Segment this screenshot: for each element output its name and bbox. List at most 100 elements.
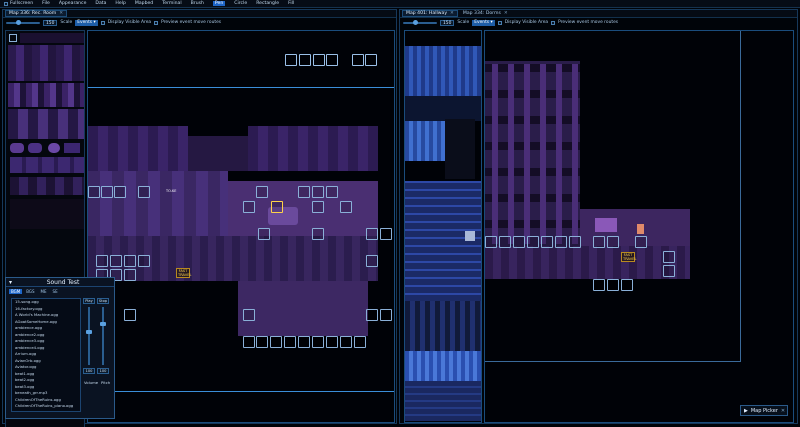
fast-travel-label[interactable]: FAST TRAVEL	[621, 252, 637, 262]
tab-map-hallway[interactable]: Map 401: Hallway ✕	[402, 10, 458, 17]
map-canvas-dorms[interactable]: FAST TRAVEL	[484, 30, 794, 423]
event-cell[interactable]	[326, 186, 338, 198]
stop-button[interactable]: Stop	[97, 298, 109, 304]
event-cell[interactable]	[366, 228, 378, 240]
sound-test-window[interactable]: ▾ Sound Test BGM BGS ME SE 15-song.ogg 16…	[5, 277, 115, 419]
tab-me[interactable]: ME	[39, 289, 49, 294]
event-cell[interactable]	[593, 236, 605, 248]
fullscreen-checkbox[interactable]	[4, 1, 8, 6]
event-cell[interactable]	[499, 236, 511, 248]
pitch-value[interactable]: 100	[97, 368, 109, 374]
event-cell[interactable]	[298, 336, 310, 348]
event-cell[interactable]	[663, 265, 675, 277]
event-cell[interactable]	[312, 228, 324, 240]
menu-item-brush[interactable]: Brush	[191, 1, 204, 6]
event-cell[interactable]	[312, 201, 324, 213]
menu-item-appearance[interactable]: Appearance	[59, 1, 87, 6]
slider-knob[interactable]	[16, 19, 21, 25]
event-cell[interactable]	[313, 54, 325, 66]
event-cell[interactable]	[124, 269, 136, 281]
tab-map-dorms[interactable]: Map 334: Dorms ✕	[460, 10, 511, 17]
event-cell[interactable]	[555, 236, 567, 248]
tab-se[interactable]: SE	[51, 289, 60, 294]
tab-bgs[interactable]: BGS	[24, 289, 36, 294]
event-cell[interactable]	[366, 255, 378, 267]
event-cell[interactable]	[380, 309, 392, 321]
event-cell[interactable]	[243, 336, 255, 348]
menu-item-pen[interactable]: Pen	[212, 1, 226, 6]
preview-event-checkbox[interactable]	[154, 20, 159, 25]
event-cell[interactable]	[299, 54, 311, 66]
event-cell[interactable]	[256, 186, 268, 198]
event-cell[interactable]	[366, 309, 378, 321]
event-cell[interactable]	[258, 228, 270, 240]
event-cell[interactable]	[663, 251, 675, 263]
event-cell[interactable]	[138, 255, 150, 267]
close-icon[interactable]: ✕	[59, 11, 63, 16]
event-cell[interactable]	[298, 186, 310, 198]
mode-dropdown[interactable]: Events ▾	[472, 19, 495, 26]
fast-travel-label[interactable]: FAST TRAVEL	[176, 268, 192, 278]
event-cell[interactable]	[354, 336, 366, 348]
event-cell[interactable]	[352, 54, 364, 66]
menu-item-fullscreen[interactable]: Fullscreen	[4, 1, 33, 6]
event-cell[interactable]	[138, 186, 150, 198]
event-cell[interactable]	[326, 54, 338, 66]
volume-knob[interactable]	[86, 330, 92, 335]
event-cell[interactable]	[593, 279, 605, 291]
event-cell[interactable]	[607, 236, 619, 248]
event-cell[interactable]	[124, 309, 136, 321]
zoom-slider[interactable]	[6, 19, 40, 25]
event-cell[interactable]	[88, 186, 100, 198]
volume-value[interactable]: 100	[83, 368, 95, 374]
menu-item-fill[interactable]: Fill	[288, 1, 294, 6]
menu-item-file[interactable]: File	[42, 1, 50, 6]
song-item[interactable]: ChildrenOfTheRuins_piano.ogg	[12, 403, 80, 410]
event-cell[interactable]	[340, 336, 352, 348]
event-cell[interactable]	[541, 236, 553, 248]
event-cell[interactable]	[326, 336, 338, 348]
event-cell[interactable]	[312, 336, 324, 348]
menu-item-rectangle[interactable]: Rectangle	[256, 1, 279, 6]
menu-item-circle[interactable]: Circle	[234, 1, 247, 6]
event-cell[interactable]	[285, 54, 297, 66]
menu-item-data[interactable]: Data	[95, 1, 106, 6]
pitch-slider[interactable]: Stop 100	[97, 298, 109, 378]
menu-item-mapbed[interactable]: Mapbed	[135, 1, 153, 6]
event-cell[interactable]	[340, 201, 352, 213]
event-cell[interactable]	[312, 186, 324, 198]
song-list[interactable]: 15-song.ogg 16-factory.ogg A World's Machi…	[11, 298, 81, 412]
event-cell[interactable]	[527, 236, 539, 248]
tab-map-rec-room[interactable]: Map 336: Rec. Room ✕	[5, 10, 68, 17]
event-cell[interactable]	[635, 236, 647, 248]
event-cell[interactable]	[243, 309, 255, 321]
map-canvas-rec-room[interactable]: TO-KE FAST TRAVEL	[87, 30, 395, 423]
event-cell[interactable]	[101, 186, 113, 198]
display-visible-area-checkbox[interactable]	[497, 20, 502, 25]
menu-item-terminal[interactable]: Terminal	[162, 1, 181, 6]
display-visible-area-checkbox[interactable]	[100, 20, 105, 25]
event-cell[interactable]	[284, 336, 296, 348]
volume-track[interactable]	[86, 307, 92, 365]
sound-test-header[interactable]: ▾ Sound Test	[6, 278, 114, 287]
pitch-knob[interactable]	[100, 321, 106, 326]
event-cell[interactable]	[569, 236, 581, 248]
event-cell[interactable]	[365, 54, 377, 66]
zoom-value[interactable]: 150	[440, 19, 455, 26]
event-cell[interactable]	[380, 228, 392, 240]
pitch-track[interactable]	[100, 307, 106, 365]
event-cell-selected[interactable]	[271, 201, 283, 213]
event-cell[interactable]	[110, 255, 122, 267]
event-cell[interactable]	[607, 279, 619, 291]
event-cell[interactable]	[256, 336, 268, 348]
event-cell[interactable]	[485, 236, 497, 248]
event-cell[interactable]	[513, 236, 525, 248]
event-cell[interactable]	[270, 336, 282, 348]
tile-selection[interactable]	[9, 34, 17, 42]
event-cell[interactable]	[124, 255, 136, 267]
event-cell[interactable]	[243, 201, 255, 213]
close-icon[interactable]: ✕	[450, 11, 454, 16]
preview-event-checkbox[interactable]	[551, 20, 556, 25]
event-cell[interactable]	[621, 279, 633, 291]
slider-knob[interactable]	[413, 19, 418, 25]
